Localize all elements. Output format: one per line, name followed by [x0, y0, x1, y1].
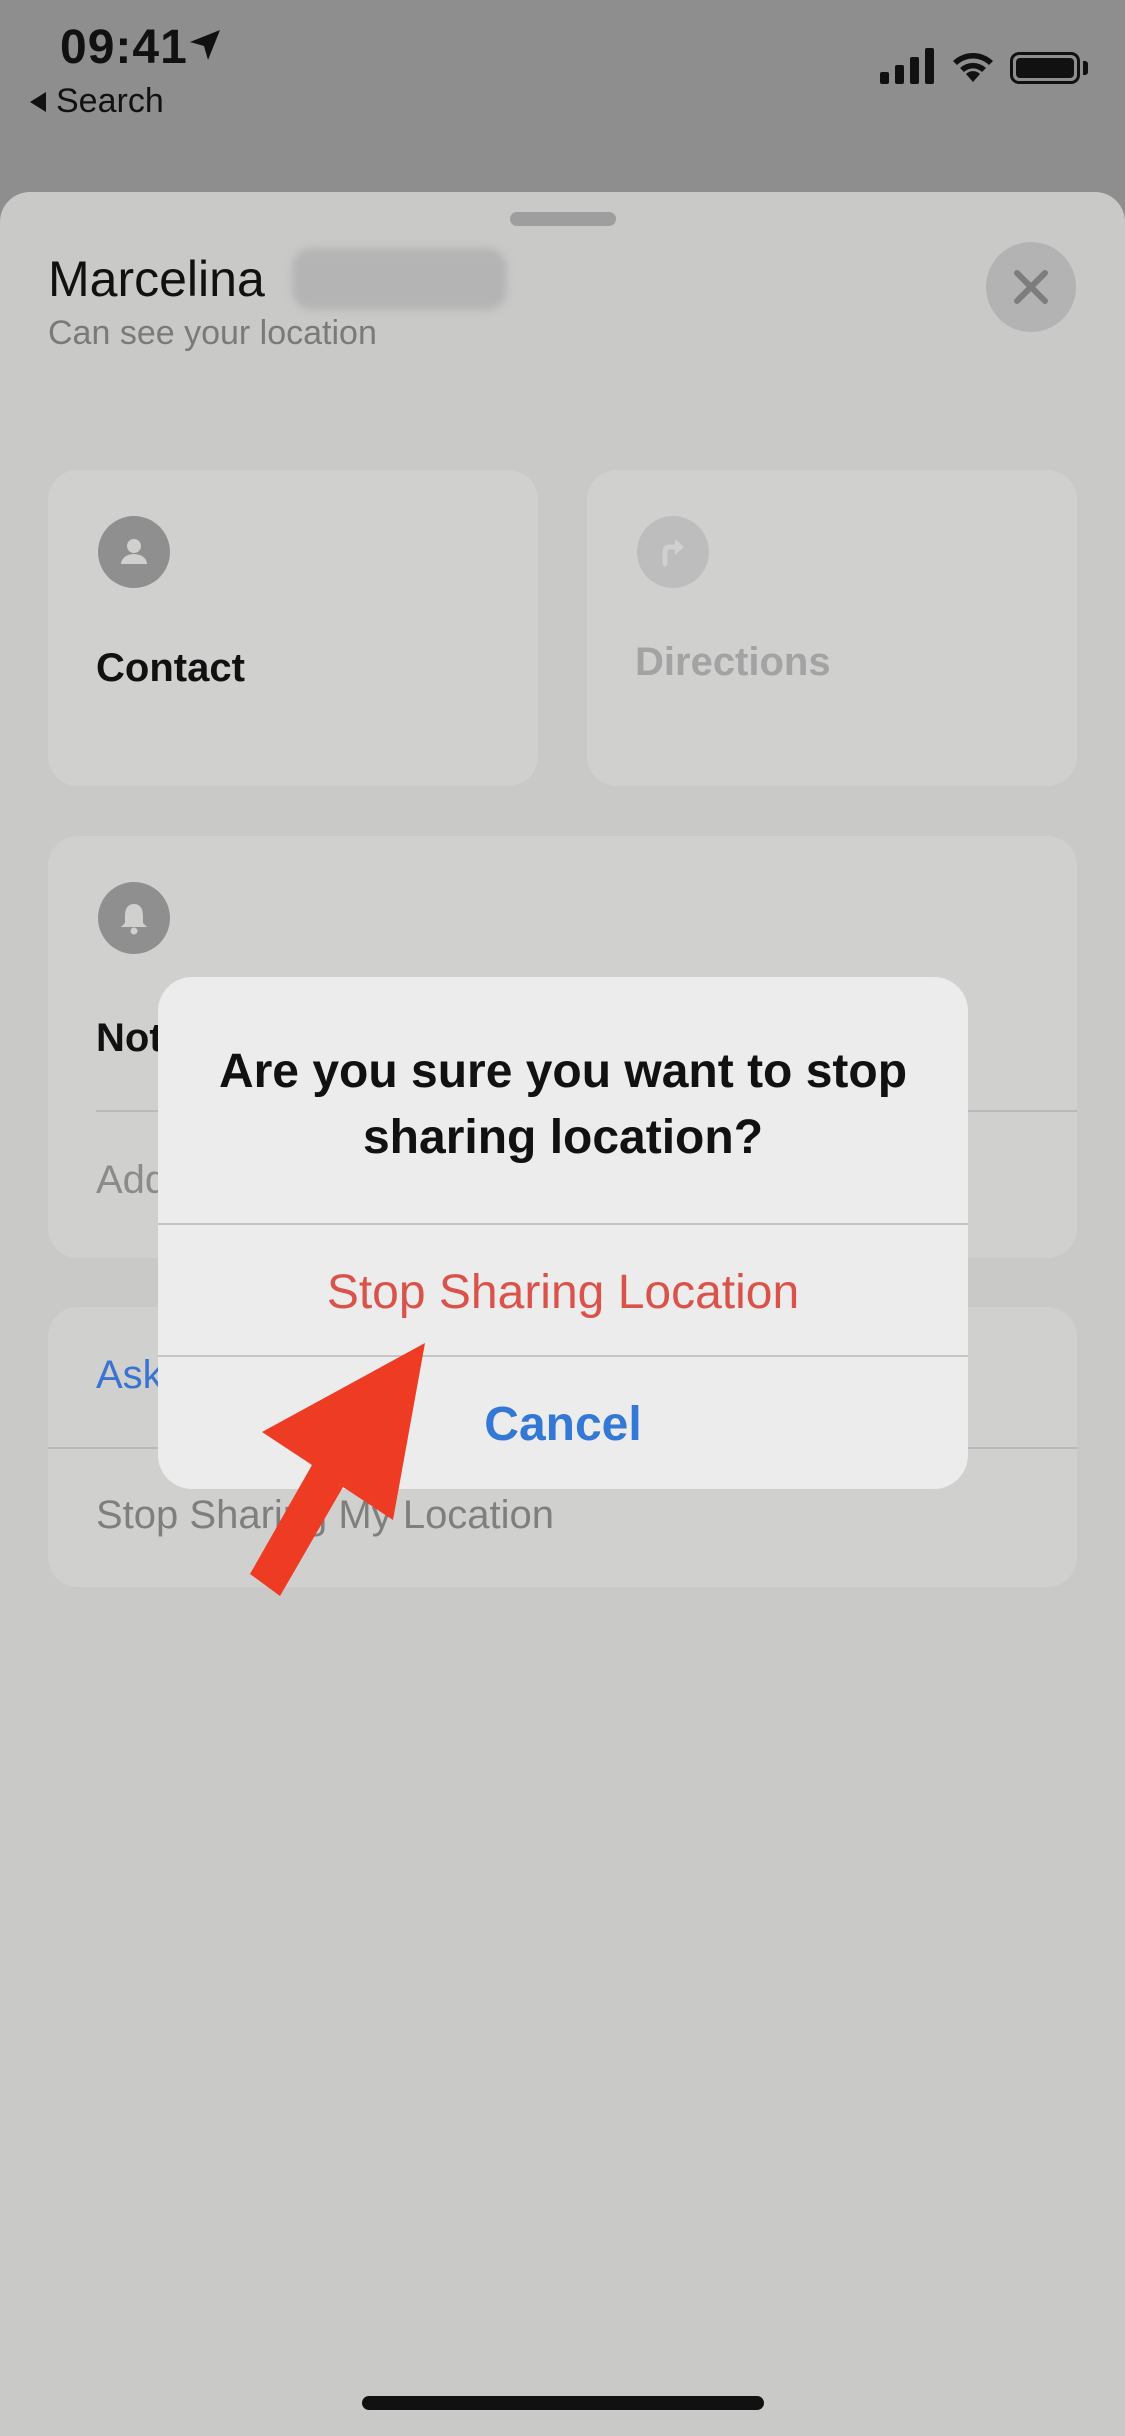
cancel-button[interactable]: Cancel [158, 1397, 968, 1452]
notifications-card-label: Not [96, 1016, 163, 1060]
contact-card-label: Contact [96, 646, 245, 690]
status-time: 09:41 [60, 21, 188, 74]
contact-card[interactable]: Contact [48, 470, 538, 786]
ask-to-follow-row[interactable]: Ask [96, 1353, 163, 1398]
battery-tip [1083, 61, 1088, 75]
location-arrow-icon [190, 30, 220, 60]
redacted-surname [292, 248, 507, 310]
battery-icon [1010, 52, 1080, 84]
back-to-search-button[interactable]: Search [30, 82, 164, 121]
back-triangle-icon [30, 91, 46, 112]
status-bar: 09:41 Search [0, 0, 1125, 190]
cellular-signal-icon [880, 48, 934, 84]
add-notification-row[interactable]: Add [96, 1158, 167, 1203]
location-status-subtitle: Can see your location [48, 314, 377, 352]
bell-icon [98, 882, 170, 954]
directions-card[interactable]: Directions [587, 470, 1077, 786]
close-button[interactable] [986, 242, 1076, 332]
back-label: Search [56, 82, 164, 120]
person-icon [98, 516, 170, 588]
alert-title: Are you sure you want to stop sharing lo… [218, 1045, 908, 1164]
wifi-icon [953, 53, 993, 82]
home-indicator[interactable] [362, 2396, 764, 2410]
stop-sharing-my-location-row[interactable]: Stop Sharing My Location [96, 1493, 554, 1538]
alert-separator-top [158, 1223, 968, 1225]
stop-sharing-confirmation-alert: Are you sure you want to stop sharing lo… [158, 977, 968, 1489]
close-icon [1014, 270, 1048, 304]
turn-right-arrow-icon [637, 516, 709, 588]
stop-sharing-location-button[interactable]: Stop Sharing Location [158, 1265, 968, 1320]
sheet-grabber[interactable] [510, 212, 616, 226]
directions-card-label: Directions [635, 640, 831, 684]
contact-name: Marcelina [48, 251, 265, 307]
alert-separator-bottom [158, 1355, 968, 1357]
